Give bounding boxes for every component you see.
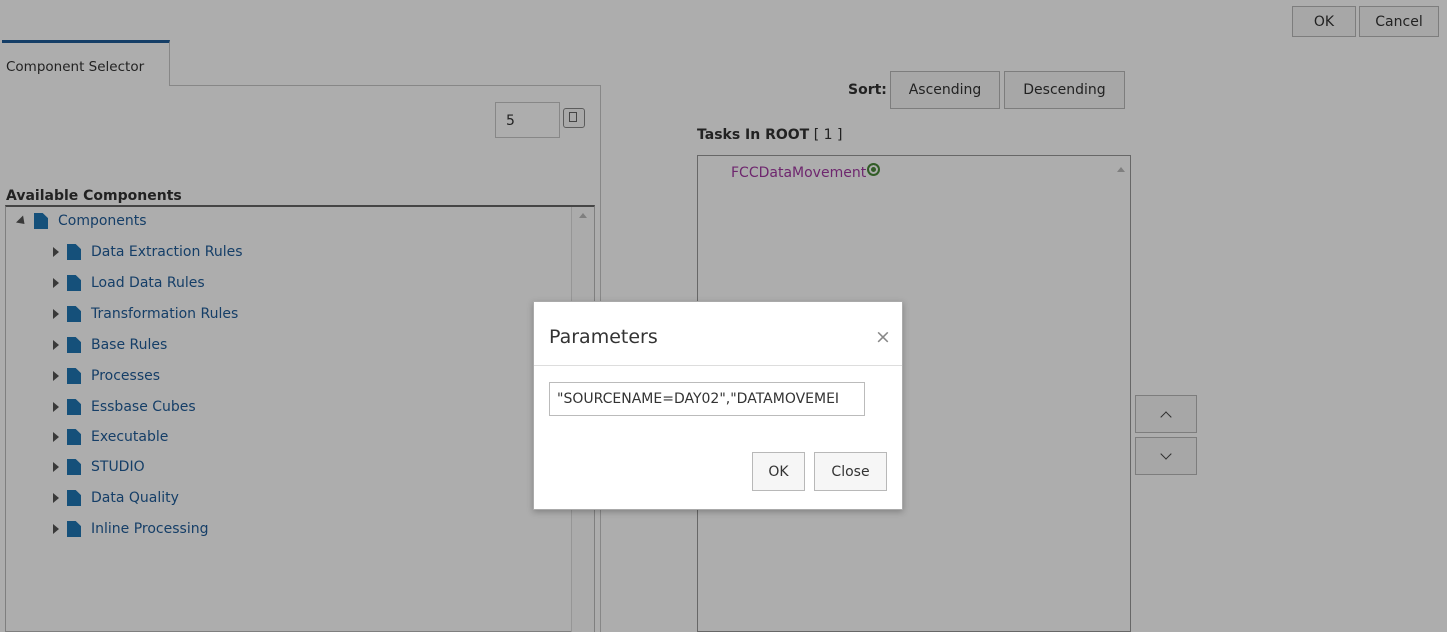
parameters-input[interactable]: "SOURCENAME=DAY02","DATAMOVEMEI	[549, 382, 865, 416]
dialog-ok-button[interactable]: OK	[752, 452, 805, 491]
parameters-dialog: Parameters × "SOURCENAME=DAY02","DATAMOV…	[533, 301, 903, 510]
close-icon[interactable]: ×	[875, 328, 891, 347]
dialog-title: Parameters	[549, 326, 658, 348]
dialog-close-button[interactable]: Close	[814, 452, 887, 491]
dialog-divider	[534, 365, 902, 366]
task-definition-page: OK Cancel Component Selector 5 Available…	[0, 0, 1447, 632]
